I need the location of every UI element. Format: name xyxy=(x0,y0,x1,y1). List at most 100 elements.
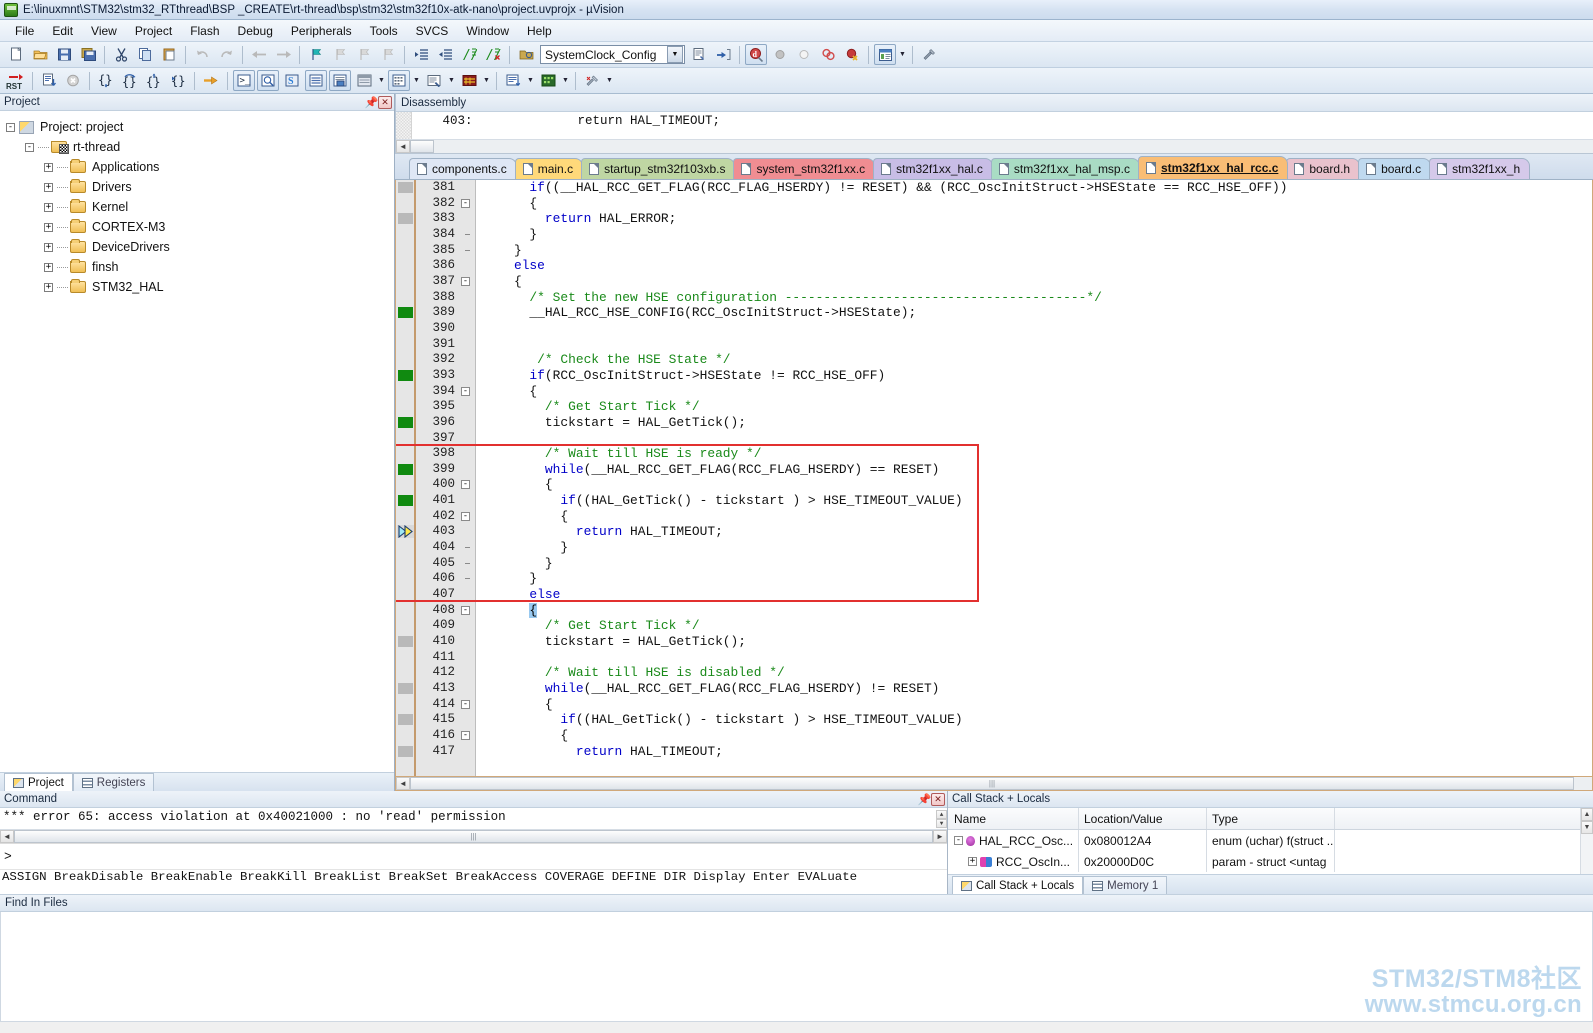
call-stack-window-icon[interactable] xyxy=(329,70,351,91)
breakpoint-slot[interactable] xyxy=(396,227,418,243)
fold-collapse-icon[interactable]: - xyxy=(461,511,470,521)
fold-collapse-icon[interactable]: - xyxy=(461,276,470,286)
fold-slot[interactable] xyxy=(458,681,476,697)
breakpoint-slot[interactable] xyxy=(396,728,418,744)
menu-item-tools[interactable]: Tools xyxy=(361,21,407,41)
outdent-icon[interactable] xyxy=(434,44,456,65)
code-line[interactable]: } xyxy=(483,571,1592,587)
tree-item[interactable]: + CORTEX-M3 xyxy=(6,217,394,237)
code-line[interactable]: { xyxy=(483,697,1592,713)
symbols-window-icon[interactable]: S xyxy=(281,70,303,91)
call-stack-tab-memory-1[interactable]: Memory 1 xyxy=(1083,876,1168,894)
code-line[interactable]: { xyxy=(483,602,1592,619)
code-line[interactable]: } xyxy=(483,540,1592,556)
code-line[interactable] xyxy=(483,337,1592,353)
disable-all-breakpoints-icon[interactable] xyxy=(841,44,863,65)
save-icon[interactable] xyxy=(53,44,75,65)
expand-icon[interactable]: + xyxy=(44,262,53,272)
code-line[interactable]: { xyxy=(483,509,1592,525)
breakpoint-slot[interactable] xyxy=(396,196,418,212)
collapse-icon[interactable]: - xyxy=(954,836,963,845)
breakpoint-gutter[interactable] xyxy=(396,180,418,776)
load-window-layout-icon[interactable] xyxy=(502,70,524,91)
command-hscrollbar[interactable]: ◄ ||| ► xyxy=(0,829,947,843)
code-line[interactable]: /* Get Start Tick */ xyxy=(483,399,1592,415)
file-tab-stm32f1xx-hal-msp-c[interactable]: stm32f1xx_hal_msp.c xyxy=(990,158,1140,179)
tree-item[interactable]: - rt-thread xyxy=(6,137,394,157)
breakpoint-slot[interactable] xyxy=(396,681,418,697)
scroll-right-arrow-icon[interactable]: ► xyxy=(933,830,947,843)
menu-item-peripherals[interactable]: Peripherals xyxy=(282,21,361,41)
column-header-location-value[interactable]: Location/Value xyxy=(1079,808,1207,829)
fold-slot[interactable]: - xyxy=(458,274,476,290)
call-stack-rows[interactable]: Name Location/Value Type - HAL_RCC_Osc... 0x0… xyxy=(948,808,1580,874)
code-line[interactable]: if((HAL_GetTick() - tickstart ) > HSE_TI… xyxy=(483,712,1592,728)
manage-windows-icon[interactable] xyxy=(874,44,896,65)
breakpoint-slot[interactable] xyxy=(396,712,418,728)
breakpoint-slot[interactable] xyxy=(396,650,418,666)
fold-collapse-icon[interactable]: - xyxy=(461,730,470,740)
expand-icon[interactable]: + xyxy=(44,222,53,232)
run-to-cursor-icon[interactable]: {} xyxy=(167,70,189,91)
breakpoint-slot[interactable] xyxy=(396,384,418,400)
breakpoint-slot[interactable] xyxy=(396,321,418,337)
file-tab-board-h[interactable]: board.h xyxy=(1286,158,1361,179)
customize-tools-icon[interactable] xyxy=(581,70,603,91)
code-line[interactable]: /* Check the HSE State */ xyxy=(483,352,1592,368)
file-tab-board-c[interactable]: board.c xyxy=(1358,158,1432,179)
fold-slot[interactable] xyxy=(458,571,476,587)
call-stack-name-cell[interactable]: - HAL_RCC_Osc... xyxy=(948,830,1079,851)
breakpoint-slot[interactable] xyxy=(396,556,418,572)
registers-window-icon[interactable] xyxy=(305,70,327,91)
breakpoint-slot[interactable] xyxy=(396,211,418,227)
file-tab-stm32f1xx-hal-rcc-c[interactable]: stm32f1xx_hal_rcc.c xyxy=(1137,156,1289,179)
fold-slot[interactable] xyxy=(458,258,476,274)
menu-item-project[interactable]: Project xyxy=(126,21,181,41)
breakpoint-slot[interactable] xyxy=(396,180,418,196)
chevron-down-icon[interactable]: ▼ xyxy=(376,70,387,91)
code-line[interactable]: } xyxy=(483,556,1592,572)
code-line[interactable]: tickstart = HAL_GetTick(); xyxy=(483,415,1592,431)
code-line[interactable]: /* Wait till HSE is disabled */ xyxy=(483,665,1592,681)
command-vscrollbar[interactable]: ▲ ▼ xyxy=(936,810,947,828)
fold-collapse-icon[interactable]: - xyxy=(461,198,470,208)
fold-collapse-icon[interactable]: - xyxy=(461,699,470,709)
code-line[interactable]: return HAL_TIMEOUT; xyxy=(483,524,1592,540)
fold-slot[interactable] xyxy=(458,618,476,634)
go-to-definition-icon[interactable] xyxy=(712,44,734,65)
menu-item-edit[interactable]: Edit xyxy=(43,21,82,41)
breakpoint-slot[interactable] xyxy=(396,399,418,415)
code-line[interactable]: } xyxy=(483,227,1592,243)
expand-icon[interactable]: + xyxy=(44,282,53,292)
call-stack-table[interactable]: Name Location/Value Type - HAL_RCC_Osc... 0x0… xyxy=(948,808,1593,874)
column-header-name[interactable]: Name xyxy=(948,808,1079,829)
breakpoint-slot[interactable] xyxy=(396,697,418,713)
code-line[interactable]: if((__HAL_RCC_GET_FLAG(RCC_FLAG_HSERDY) … xyxy=(483,180,1592,196)
fold-slot[interactable]: - xyxy=(458,384,476,400)
comment-icon[interactable]: // xyxy=(458,44,480,65)
close-icon[interactable]: ✕ xyxy=(931,792,945,806)
serial-window-icon[interactable] xyxy=(423,70,445,91)
scroll-up-arrow-icon[interactable]: ▲ xyxy=(936,810,947,819)
expand-icon[interactable]: + xyxy=(44,182,53,192)
pin-icon[interactable]: 📌 xyxy=(918,793,932,806)
menu-item-view[interactable]: View xyxy=(82,21,126,41)
function-combo[interactable]: SystemClock_Config ▼ xyxy=(540,45,685,64)
file-tab-stm32f1xx-h[interactable]: stm32f1xx_h xyxy=(1429,158,1531,179)
file-tab-system-stm32f1xx-c[interactable]: system_stm32f1xx.c xyxy=(733,158,876,179)
breakpoint-slot[interactable] xyxy=(396,665,418,681)
chevron-down-icon[interactable]: ▼ xyxy=(481,70,492,91)
code-line[interactable]: { xyxy=(483,384,1592,400)
breakpoint-slot[interactable] xyxy=(396,603,418,619)
expand-icon[interactable]: + xyxy=(44,162,53,172)
breakpoint-slot[interactable] xyxy=(396,571,418,587)
fold-slot[interactable] xyxy=(458,744,476,760)
breakpoint-slot[interactable] xyxy=(396,462,418,478)
show-next-statement-icon[interactable] xyxy=(200,70,222,91)
menu-item-help[interactable]: Help xyxy=(518,21,561,41)
fold-slot[interactable]: - xyxy=(458,603,476,619)
menu-item-file[interactable]: File xyxy=(6,21,43,41)
menu-item-window[interactable]: Window xyxy=(457,21,518,41)
bookmark-toggle-icon[interactable] xyxy=(305,44,327,65)
expand-icon[interactable]: + xyxy=(968,857,977,866)
